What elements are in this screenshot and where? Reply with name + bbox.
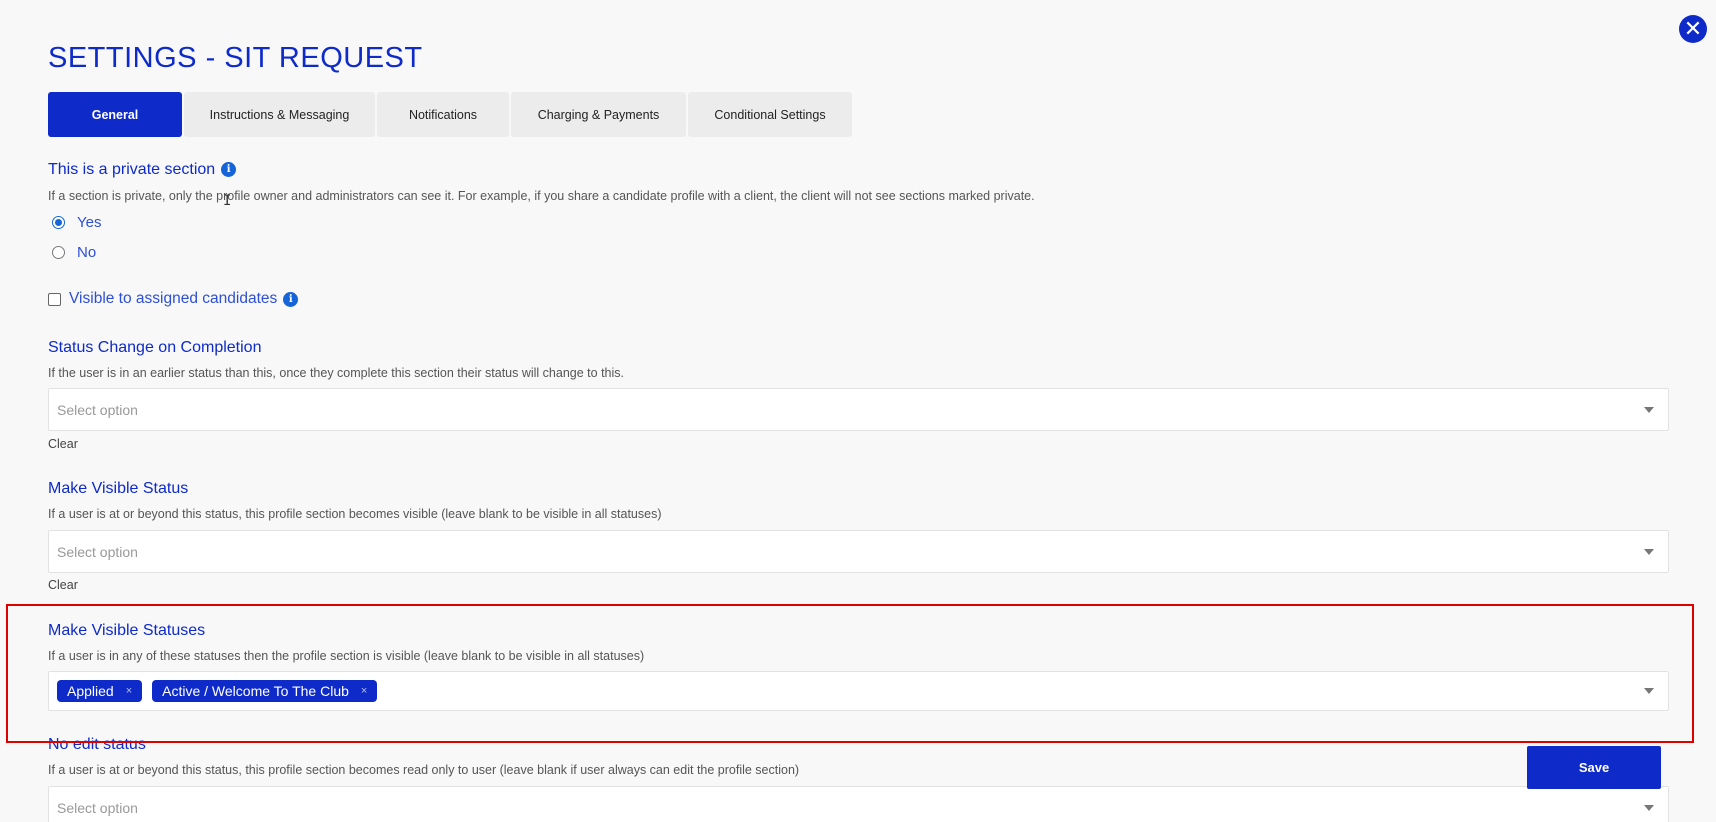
remove-tag-icon[interactable]: × bbox=[361, 685, 367, 697]
radio-no-label[interactable]: No bbox=[77, 244, 96, 261]
no-edit-status-description: If a user is at or beyond this status, t… bbox=[48, 763, 800, 777]
tab-charging-payments[interactable]: Charging & Payments bbox=[511, 92, 686, 137]
tab-bar: General Instructions & Messaging Notific… bbox=[48, 92, 854, 137]
private-section-label: This is a private section bbox=[48, 161, 216, 178]
save-button[interactable]: Save bbox=[1527, 746, 1661, 789]
status-tag-applied: Applied × bbox=[57, 680, 143, 702]
make-visible-statuses-label: Make Visible Statuses bbox=[48, 622, 206, 639]
status-tag-label: Applied bbox=[67, 683, 114, 699]
info-icon[interactable]: i bbox=[283, 291, 299, 307]
settings-page: SETTINGS - SIT REQUEST General Instructi… bbox=[48, 0, 1669, 822]
tab-notifications[interactable]: Notifications bbox=[377, 92, 509, 137]
close-icon[interactable]: ✕ bbox=[1679, 15, 1707, 43]
chevron-down-icon[interactable] bbox=[1644, 688, 1654, 694]
chevron-down-icon[interactable] bbox=[1644, 548, 1654, 555]
status-change-description: If the user is in an earlier status than… bbox=[48, 366, 624, 380]
status-change-select[interactable]: Select option bbox=[48, 388, 1669, 431]
info-icon[interactable]: i bbox=[221, 162, 237, 178]
status-change-placeholder: Select option bbox=[57, 401, 138, 418]
make-visible-status-description: If a user is at or beyond this status, t… bbox=[48, 507, 662, 521]
visible-to-candidates-checkbox[interactable] bbox=[48, 292, 61, 306]
make-visible-status-select[interactable]: Select option bbox=[48, 530, 1669, 573]
tab-conditional-settings[interactable]: Conditional Settings bbox=[688, 92, 852, 137]
radio-yes-button[interactable] bbox=[52, 216, 65, 229]
status-tag-label: Active / Welcome To The Club bbox=[162, 683, 349, 699]
radio-yes-label[interactable]: Yes bbox=[77, 214, 101, 231]
private-section-description: If a section is private, only the profil… bbox=[48, 189, 1035, 203]
page-title: SETTINGS - SIT REQUEST bbox=[48, 42, 423, 74]
remove-tag-icon[interactable]: × bbox=[126, 685, 132, 697]
make-visible-statuses-multiselect[interactable]: Applied × Active / Welcome To The Club × bbox=[48, 671, 1669, 711]
no-edit-status-label: No edit status bbox=[48, 736, 146, 753]
make-visible-status-placeholder: Select option bbox=[57, 543, 138, 560]
status-change-clear-link[interactable]: Clear bbox=[48, 437, 78, 451]
radio-yes[interactable]: Yes bbox=[52, 214, 101, 231]
no-edit-status-select[interactable]: Select option bbox=[48, 786, 1669, 822]
status-tag-active-welcome: Active / Welcome To The Club × bbox=[152, 680, 378, 702]
radio-no[interactable]: No bbox=[52, 244, 96, 261]
chevron-down-icon[interactable] bbox=[1644, 804, 1654, 811]
radio-no-button[interactable] bbox=[52, 246, 65, 259]
private-section-heading: This is a private section i bbox=[48, 161, 237, 179]
chevron-down-icon[interactable] bbox=[1644, 406, 1654, 413]
make-visible-status-label: Make Visible Status bbox=[48, 480, 189, 497]
text-cursor-icon: I bbox=[223, 193, 232, 209]
visible-to-candidates-label[interactable]: Visible to assigned candidates bbox=[69, 290, 277, 308]
tab-general[interactable]: General bbox=[48, 92, 182, 137]
make-visible-statuses-description: If a user is in any of these statuses th… bbox=[48, 649, 645, 663]
make-visible-status-clear-link[interactable]: Clear bbox=[48, 578, 78, 592]
no-edit-status-placeholder: Select option bbox=[57, 799, 138, 816]
status-change-label: Status Change on Completion bbox=[48, 339, 262, 356]
tab-instructions-messaging[interactable]: Instructions & Messaging bbox=[184, 92, 375, 137]
visible-to-candidates-row[interactable]: Visible to assigned candidates i bbox=[48, 290, 299, 308]
